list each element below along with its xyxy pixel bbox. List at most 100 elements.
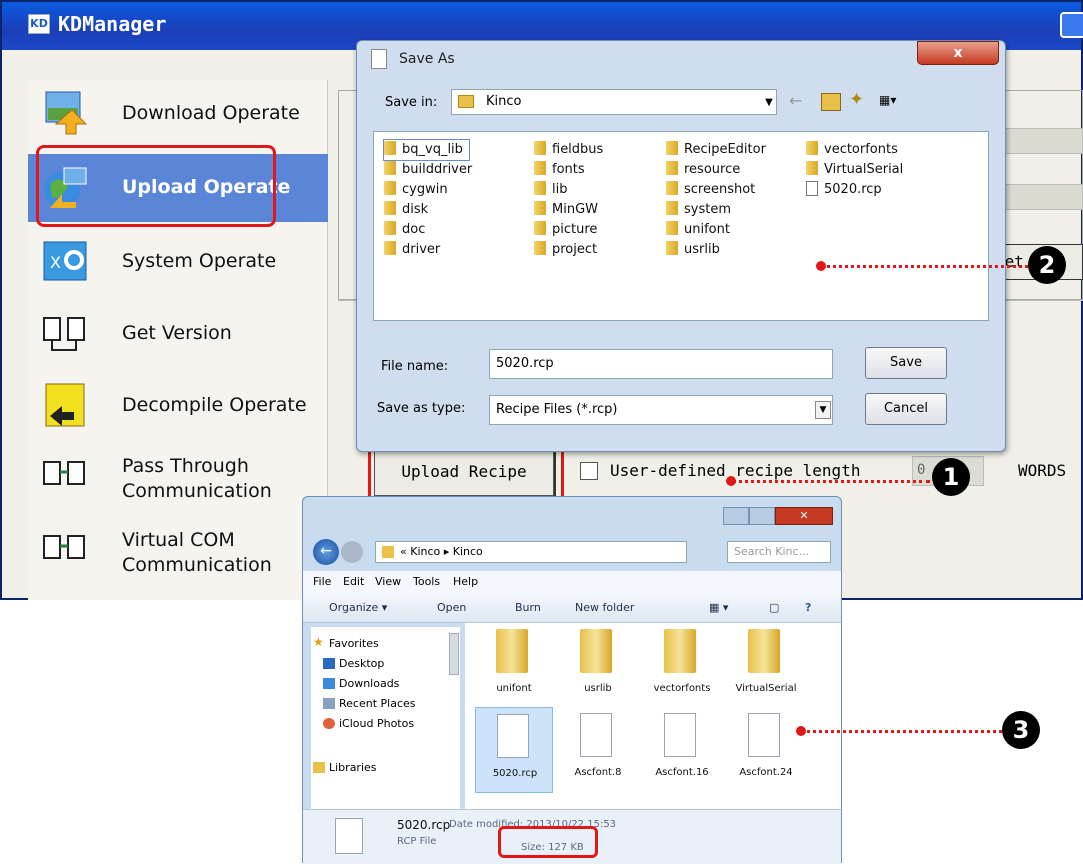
help-icon[interactable]: ? — [805, 601, 811, 614]
nav-recent-places[interactable]: Recent Places — [323, 697, 416, 710]
nav-system-operate[interactable]: X System Operate — [28, 228, 328, 296]
folder-item[interactable]: doc — [384, 220, 425, 240]
folder-item[interactable]: RecipeEditor — [666, 140, 766, 160]
nav-downloads[interactable]: Downloads — [323, 677, 399, 690]
folder-icon — [666, 141, 678, 155]
nav-pass-through[interactable]: Pass Through Communication — [28, 444, 328, 512]
folder-item[interactable]: fonts — [534, 160, 585, 180]
scrollbar[interactable] — [449, 633, 459, 675]
details-file-type: RCP File — [397, 836, 437, 847]
address-bar[interactable]: « Kinco ▸ Kinco — [375, 541, 687, 563]
search-input[interactable]: Search Kinc... — [727, 541, 831, 563]
views-icon[interactable]: ▦ ▾ — [709, 601, 728, 614]
folder-item[interactable]: driver — [384, 240, 440, 260]
app-icon: KD — [28, 14, 50, 34]
minimize-button[interactable] — [723, 507, 749, 525]
folder-label: usrlib — [684, 242, 720, 257]
save-as-type-select[interactable]: Recipe Files (*.rcp) — [489, 395, 833, 425]
nav-favorites[interactable]: ★ Favorites — [313, 635, 379, 650]
grid-item-selected[interactable]: 5020.rcp — [475, 707, 553, 793]
up-folder-icon[interactable] — [821, 93, 841, 111]
close-button[interactable]: ✕ — [775, 507, 833, 525]
grid-item[interactable]: unifont — [475, 623, 553, 709]
back-arrow-icon[interactable]: ← — [313, 539, 339, 565]
command-bar: Organize ▾ Open Burn New folder ▦ ▾ ▢ ? — [303, 593, 841, 623]
nav-download-operate[interactable]: Download Operate — [28, 80, 328, 148]
file-item[interactable]: 5020.rcp — [806, 180, 882, 200]
grid-item[interactable]: VirtualSerial — [727, 623, 805, 709]
nav-label: iCloud Photos — [339, 717, 415, 730]
folder-item[interactable]: MinGW — [534, 200, 598, 220]
folder-item[interactable]: cygwin — [384, 180, 448, 200]
folder-item[interactable]: vectorfonts — [806, 140, 898, 160]
folder-item[interactable]: builddriver — [384, 160, 472, 180]
maximize-button[interactable] — [1060, 12, 1083, 38]
callout-1-dot — [726, 476, 736, 486]
view-menu-icon[interactable]: ▦▾ — [879, 93, 913, 111]
folder-label: cygwin — [402, 182, 448, 197]
new-folder-icon[interactable]: ✦ — [849, 89, 871, 111]
menu-edit[interactable]: Edit — [343, 575, 364, 588]
document-icon — [371, 49, 387, 69]
folder-icon — [666, 201, 678, 215]
close-button[interactable]: x — [917, 41, 999, 65]
menu-file[interactable]: File — [313, 575, 331, 588]
folder-label: screenshot — [684, 182, 756, 197]
preview-pane-icon[interactable]: ▢ — [769, 601, 779, 614]
chevron-down-icon[interactable]: ▼ — [815, 401, 831, 419]
burn-button[interactable]: Burn — [515, 601, 541, 614]
grid-item[interactable]: usrlib — [559, 623, 637, 709]
user-defined-length-checkbox[interactable] — [580, 462, 598, 480]
folder-item[interactable]: picture — [534, 220, 597, 240]
folder-item[interactable]: VirtualSerial — [806, 160, 903, 180]
menu-view[interactable]: View — [375, 575, 401, 588]
grid-item[interactable]: Ascfont.8 — [559, 707, 637, 793]
libraries-icon — [313, 762, 325, 773]
organize-button[interactable]: Organize ▾ — [329, 601, 387, 614]
folder-item[interactable]: system — [666, 200, 731, 220]
grid-item[interactable]: vectorfonts — [643, 623, 721, 709]
folder-item[interactable]: unifont — [666, 220, 730, 240]
grid-item-label: Ascfont.16 — [655, 767, 709, 778]
folder-item[interactable]: disk — [384, 200, 428, 220]
menu-help[interactable]: Help — [453, 575, 478, 588]
chevron-down-icon[interactable]: ▼ — [761, 93, 777, 113]
menu-tools[interactable]: Tools — [413, 575, 440, 588]
save-in-dropdown[interactable]: Kinco — [451, 89, 777, 115]
grid-item-label: unifont — [496, 683, 532, 694]
folder-item[interactable]: lib — [534, 180, 567, 200]
cancel-button[interactable]: Cancel — [865, 393, 947, 425]
grid-item[interactable]: Ascfont.24 — [727, 707, 805, 793]
nav-libraries[interactable]: Libraries — [313, 761, 377, 774]
nav-decompile-operate[interactable]: Decompile Operate — [28, 372, 328, 440]
user-defined-length-label: User-defined recipe length — [610, 461, 861, 480]
folder-item[interactable]: project — [534, 240, 597, 260]
folder-item[interactable]: usrlib — [666, 240, 720, 260]
folder-item[interactable]: screenshot — [666, 180, 755, 200]
back-arrow-icon[interactable]: ← — [789, 91, 802, 110]
forward-arrow-icon[interactable] — [341, 541, 363, 563]
file-name-input[interactable]: 5020.rcp — [489, 349, 833, 379]
folder-item[interactable]: fieldbus — [534, 140, 603, 160]
folder-icon — [534, 181, 546, 195]
save-button[interactable]: Save — [865, 347, 947, 379]
maximize-button[interactable] — [749, 507, 775, 525]
folder-icon — [666, 241, 678, 255]
open-button[interactable]: Open — [437, 601, 466, 614]
folder-item[interactable]: resource — [666, 160, 740, 180]
icloud-photos-icon — [323, 718, 335, 729]
nav-get-version[interactable]: Get Version — [28, 300, 328, 368]
folder-icon — [534, 201, 546, 215]
dialog-title: Save As — [399, 51, 455, 67]
folder-item[interactable]: bq_vq_lib — [383, 139, 470, 161]
grid-item[interactable]: Ascfont.16 — [643, 707, 721, 793]
nav-desktop[interactable]: Desktop — [323, 657, 384, 670]
upload-recipe-highlight — [368, 444, 564, 500]
new-folder-button[interactable]: New folder — [575, 601, 634, 614]
callout-2-line — [822, 265, 1028, 268]
download-icon — [45, 91, 88, 135]
nav-virtual-com[interactable]: Virtual COM Communication — [28, 518, 328, 586]
grid-item-label: Ascfont.8 — [574, 767, 622, 778]
nav-icloud-photos[interactable]: iCloud Photos — [323, 717, 415, 730]
nav-label-line2: Communication — [122, 554, 272, 576]
